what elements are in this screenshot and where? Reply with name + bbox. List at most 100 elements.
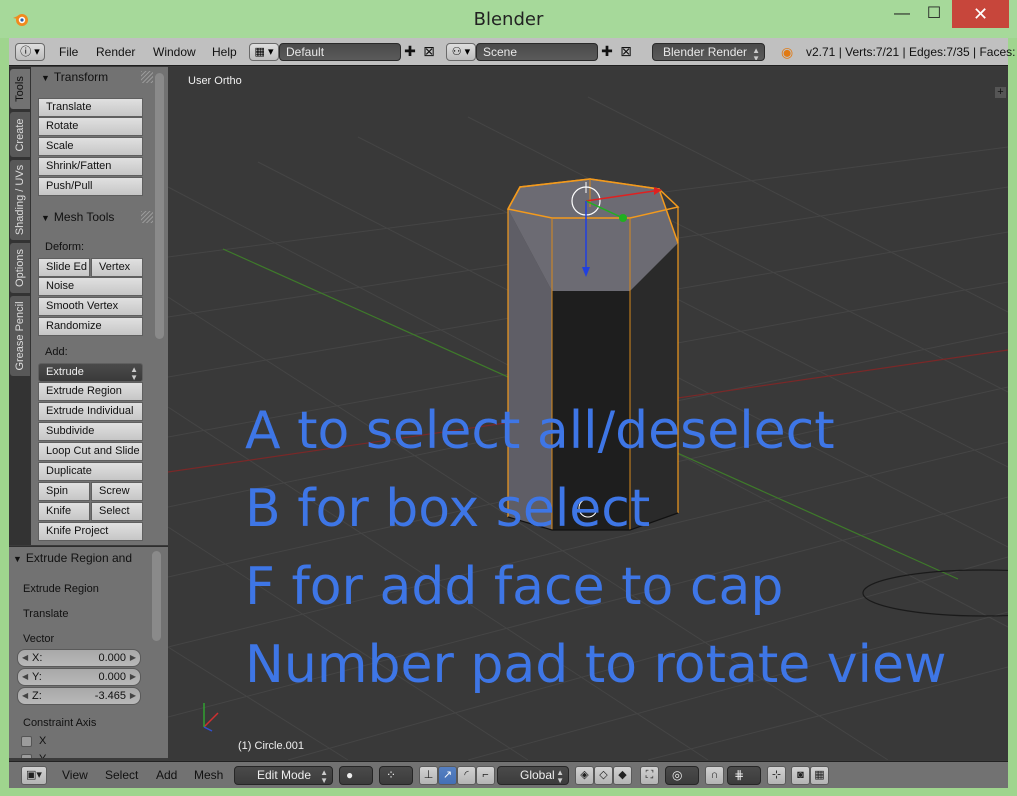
screen-layout-field[interactable]: Default — [279, 43, 401, 61]
translate-button[interactable]: Translate — [38, 98, 143, 117]
snap-magnet-icon[interactable]: ∩ — [705, 766, 724, 785]
snap-element-dropdown[interactable]: ⋕ — [727, 766, 761, 785]
rotate-manipulator-icon[interactable]: ◜ — [457, 766, 476, 785]
menu-file[interactable]: File — [59, 38, 78, 66]
panel-grip-icon[interactable] — [141, 211, 153, 223]
render-animation-icon[interactable]: ▦ — [810, 766, 829, 785]
knife-button[interactable]: Knife — [38, 502, 90, 521]
operator-panel-header[interactable]: ▼ Extrude Region and — [9, 548, 149, 568]
view-name-label: User Ortho — [188, 75, 242, 87]
shrink-fatten-button[interactable]: Shrink/Fatten — [38, 157, 143, 176]
vector-x-field[interactable]: ◀ X: 0.000 ▶ — [17, 649, 141, 667]
translate-manipulator-icon[interactable]: ↗ — [438, 766, 457, 785]
transform-panel-header[interactable]: ▼ Transform — [31, 67, 155, 87]
increment-arrow-icon[interactable]: ▶ — [130, 650, 136, 666]
scale-manipulator-icon[interactable]: ⌐ — [476, 766, 495, 785]
extrude-individual-button[interactable]: Extrude Individual — [38, 402, 143, 421]
tab-shading-uvs[interactable]: Shading / UVs — [10, 160, 30, 240]
decrement-arrow-icon[interactable]: ◀ — [22, 650, 28, 666]
tool-shelf-scrollbar[interactable] — [155, 73, 164, 339]
constraint-axis-label: Constraint Axis — [23, 717, 97, 729]
smooth-vertex-button[interactable]: Smooth Vertex — [38, 297, 143, 316]
close-button[interactable]: ✕ — [952, 0, 1009, 28]
render-engine-dropdown[interactable]: Blender Render ▲ ▼ — [652, 43, 765, 61]
slide-edge-button[interactable]: Slide Ed — [38, 258, 90, 277]
mesh-tools-panel-header[interactable]: ▼ Mesh Tools — [31, 207, 155, 227]
face-select-mode-icon[interactable]: ◆ — [613, 766, 632, 785]
spin-button[interactable]: Spin — [38, 482, 90, 501]
rotate-button[interactable]: Rotate — [38, 117, 143, 136]
blender-window: ⓘ ▾ File Render Window Help ▦ ▾ Default … — [9, 38, 1015, 788]
decrement-arrow-icon[interactable]: ◀ — [22, 669, 28, 685]
window-titlebar: Blender — ☐ ✕ — [0, 0, 1017, 38]
duplicate-button[interactable]: Duplicate — [38, 462, 143, 481]
vector-y-field[interactable]: ◀ Y: 0.000 ▶ — [17, 668, 141, 686]
mode-dropdown[interactable]: Edit Mode ▲ ▼ — [234, 766, 333, 785]
solid-shading-icon: ● — [346, 768, 354, 782]
menu-add[interactable]: Add — [156, 762, 177, 789]
constraint-y-checkbox[interactable] — [21, 754, 32, 758]
screen-layout-picker[interactable]: ▦ ▾ — [249, 43, 279, 61]
updown-icon: ▲ ▼ — [752, 46, 760, 61]
menu-select[interactable]: Select — [105, 762, 138, 789]
increment-arrow-icon[interactable]: ▶ — [130, 688, 136, 704]
menu-window[interactable]: Window — [153, 38, 196, 66]
vertex-select-mode-icon[interactable]: ◈ — [575, 766, 594, 785]
edge-select-mode-icon[interactable]: ◇ — [594, 766, 613, 785]
randomize-button[interactable]: Randomize — [38, 317, 143, 336]
render-camera-icon[interactable]: ◙ — [791, 766, 810, 785]
updown-icon: ▲ ▼ — [556, 768, 564, 785]
tab-grease-pencil-label: Grease Pencil — [14, 301, 26, 371]
vector-z-field[interactable]: ◀ Z: -3.465 ▶ — [17, 687, 141, 705]
viewport-shading-dropdown[interactable]: ● — [339, 766, 373, 785]
editor-type-info-button[interactable]: ⓘ ▾ — [15, 43, 45, 61]
editor-type-3d-view-button[interactable]: ▣▾ — [21, 766, 47, 785]
knife-select-button[interactable]: Select — [91, 502, 143, 521]
y-label: Y: — [32, 671, 42, 683]
snap-during-transform-icon[interactable]: ⊹ — [767, 766, 786, 785]
vector-label: Vector — [23, 633, 55, 645]
scale-button[interactable]: Scale — [38, 137, 143, 156]
proportional-editing-dropdown[interactable]: ◎ — [665, 766, 699, 785]
subdivide-button[interactable]: Subdivide — [38, 422, 143, 441]
menu-help[interactable]: Help — [212, 38, 237, 66]
window-title: Blender — [473, 9, 544, 30]
extrude-dropdown[interactable]: Extrude ▲ ▼ — [38, 363, 143, 382]
pivot-point-dropdown[interactable]: ⁘ — [379, 766, 413, 785]
manipulator-toggle-icon[interactable]: ⊥ — [419, 766, 438, 785]
menu-mesh[interactable]: Mesh — [194, 762, 223, 789]
limit-selection-icon[interactable]: ⛶ — [640, 766, 659, 785]
z-value: -3.465 — [94, 690, 126, 702]
push-pull-button[interactable]: Push/Pull — [38, 177, 143, 196]
knife-project-button[interactable]: Knife Project — [38, 522, 143, 541]
decrement-arrow-icon[interactable]: ◀ — [22, 688, 28, 704]
operator-panel-scrollbar[interactable] — [152, 551, 161, 641]
scene-picker[interactable]: ⚇ ▾ — [446, 43, 476, 61]
expand-region-icon[interactable]: + — [995, 87, 1006, 98]
vertex-slide-button[interactable]: Vertex — [91, 258, 143, 277]
screw-button[interactable]: Screw — [91, 482, 143, 501]
constraint-x-checkbox[interactable] — [21, 736, 32, 747]
extrude-region-label: Extrude Region — [23, 583, 99, 595]
remove-screen-icon[interactable]: ⊠ — [420, 43, 438, 61]
maximize-button[interactable]: ☐ — [917, 0, 951, 28]
tab-tools[interactable]: Tools — [10, 69, 30, 109]
loop-cut-slide-button[interactable]: Loop Cut and Slide — [38, 442, 143, 461]
add-scene-icon[interactable]: ✚ — [598, 43, 616, 61]
panel-grip-icon[interactable] — [141, 71, 153, 83]
tab-grease-pencil[interactable]: Grease Pencil — [10, 296, 30, 376]
extrude-region-button[interactable]: Extrude Region — [38, 382, 143, 401]
noise-button[interactable]: Noise — [38, 277, 143, 296]
minimize-button[interactable]: — — [885, 0, 919, 28]
add-screen-icon[interactable]: ✚ — [401, 43, 419, 61]
viewport-header: ▣▾ View Select Add Mesh Edit Mode ▲ ▼ ● ⁘ … — [9, 761, 1008, 788]
menu-render[interactable]: Render — [96, 38, 135, 66]
increment-arrow-icon[interactable]: ▶ — [130, 669, 136, 685]
tab-create[interactable]: Create — [10, 112, 30, 157]
remove-scene-icon[interactable]: ⊠ — [617, 43, 635, 61]
3d-viewport[interactable]: User Ortho + (1) Circle.001 A to select … — [168, 67, 1008, 760]
tab-options[interactable]: Options — [10, 243, 30, 293]
scene-field[interactable]: Scene — [476, 43, 598, 61]
menu-view[interactable]: View — [62, 762, 88, 789]
transform-orientation-dropdown[interactable]: Global ▲ ▼ — [497, 766, 569, 785]
